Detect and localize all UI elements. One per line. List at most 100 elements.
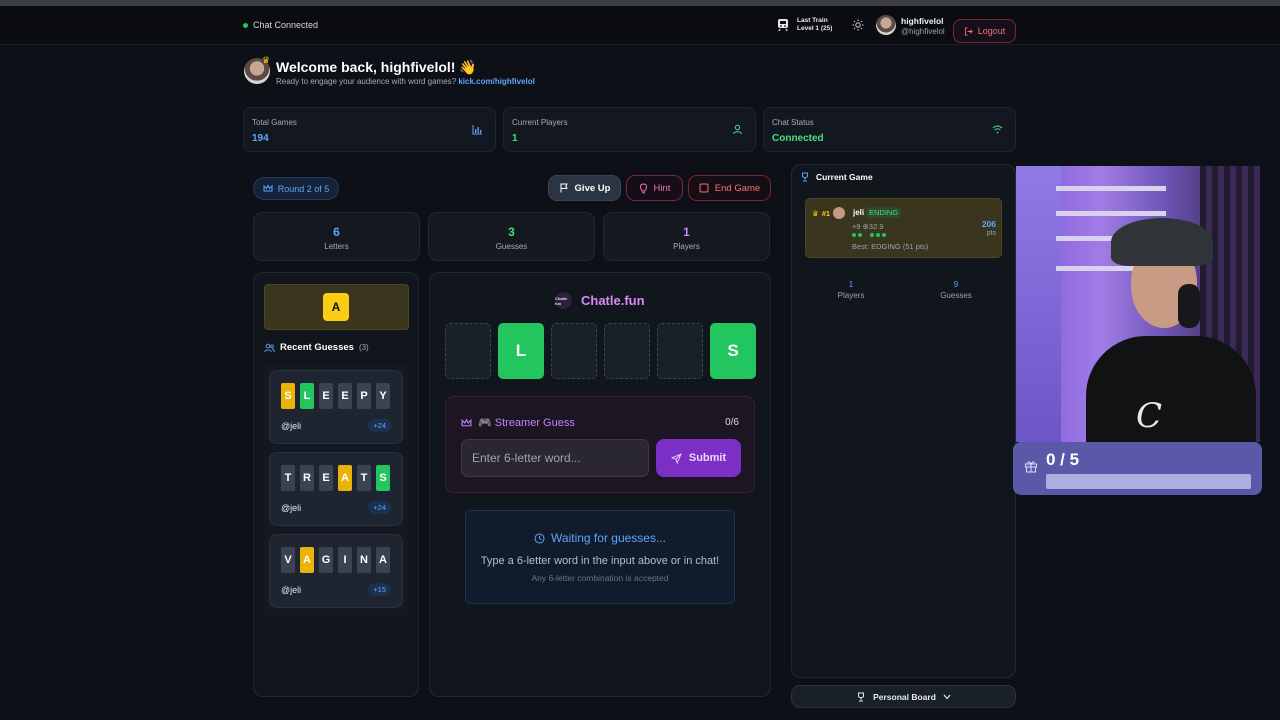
streamer-guess-count: 0/6 — [725, 417, 739, 428]
give-up-button[interactable]: Give Up — [548, 175, 621, 201]
webcam-person-torso — [1086, 336, 1256, 442]
stat-label: Current Players — [512, 118, 568, 127]
sub-goal-progress-bar — [1046, 474, 1251, 489]
guess-letter-tile: S — [376, 465, 390, 491]
letter-slot — [604, 323, 650, 379]
crown-icon — [263, 184, 273, 192]
guess-letter-tile: Y — [376, 383, 390, 409]
guess-user: @jeli — [281, 503, 302, 513]
player-points: 206 — [981, 219, 996, 229]
top-bar: Chat Connected Last Train Level 1 (25) h… — [0, 6, 1280, 45]
end-game-button[interactable]: End Game — [688, 175, 771, 201]
stat-label: Total Games — [252, 118, 297, 127]
guesses-count: 3 — [508, 225, 515, 239]
last-train-level: Level 1 (25) — [797, 25, 833, 32]
stat-card-total-games: Total Games 194 — [243, 107, 496, 152]
sub-goal-widget: 0 / 5 — [1013, 442, 1262, 495]
stat-value: 1 — [512, 133, 518, 144]
status-dot-icon — [243, 22, 248, 28]
known-letter-tile: A — [323, 293, 349, 321]
rank-number: #1 — [821, 208, 831, 218]
letter-slot: L — [498, 323, 544, 379]
logout-label: Logout — [977, 26, 1006, 36]
guess-letter-tile: G — [319, 547, 333, 573]
letter-slot — [445, 323, 491, 379]
flag-icon — [560, 183, 568, 193]
channel-link[interactable]: kick.com/highfivelol — [458, 77, 534, 86]
end-game-label: End Game — [714, 182, 761, 194]
stat-card-current-players: Current Players 1 — [503, 107, 756, 152]
sub-goal-text: 0 / 5 — [1046, 450, 1080, 469]
personal-board-button[interactable]: Personal Board — [791, 685, 1016, 708]
guess-letter-tile: R — [300, 465, 314, 491]
guess-user: @jeli — [281, 585, 302, 595]
chatle-logo: Chatle fun — [555, 292, 572, 309]
guess-card: V A G I N A @jeli +15 — [269, 534, 403, 608]
stat-label: Chat Status — [772, 118, 814, 127]
gift-icon — [1025, 461, 1037, 473]
leaderboard-entry: ♛ #1 jeli ENDING +9 ⊕32.9 Best: EDGING (… — [805, 198, 1002, 258]
player-stats: +9 ⊕32.9 — [852, 222, 884, 231]
leaderboard-rank: ♛ #1 — [812, 207, 846, 219]
webcam-shelf — [1056, 186, 1166, 191]
stat-card-chat-status: Chat Status Connected — [763, 107, 1016, 152]
wifi-icon — [992, 125, 1003, 134]
guesses-label: Guesses — [940, 291, 972, 300]
webcam-overlay: C — [1016, 166, 1260, 442]
guess-user: @jeli — [281, 421, 302, 431]
guess-letters: TREATS — [281, 465, 390, 491]
guess-card: T R E A T S @jeli +24 — [269, 452, 403, 526]
hint-button[interactable]: Hint — [626, 175, 683, 201]
players-num: 1 — [848, 280, 854, 289]
recent-guesses-count: (3) — [358, 343, 369, 352]
letter-slot — [657, 323, 703, 379]
recent-guesses-title: Recent Guesses — [280, 342, 354, 353]
guess-letters: VAGINA — [281, 547, 390, 573]
guess-points-badge: +15 — [368, 583, 391, 596]
users-icon — [264, 343, 275, 352]
theme-toggle-sun-icon[interactable] — [852, 19, 864, 31]
guess-points-badge: +24 — [368, 419, 391, 432]
waiting-note: Any 6-letter combination is accepted — [531, 573, 669, 583]
guess-letter-tile: P — [357, 383, 371, 409]
streamer-guess-input[interactable] — [461, 439, 649, 477]
trophy-icon — [858, 692, 865, 701]
guesses-caption: Guesses — [495, 242, 528, 251]
logout-button[interactable]: Logout — [953, 19, 1016, 43]
letter-slot: S — [710, 323, 756, 379]
letters-caption: Letters — [324, 242, 349, 251]
guess-letter-tile: N — [357, 547, 371, 573]
chat-connected-label: Chat Connected — [253, 20, 319, 30]
waiting-title-text: Waiting for guesses... — [551, 531, 666, 545]
guess-letter-tile: A — [338, 465, 352, 491]
waiting-subtitle: Type a 6-letter word in the input above … — [480, 555, 720, 567]
submit-button[interactable]: Submit — [656, 439, 741, 477]
train-icon — [778, 19, 788, 32]
round-badge: Round 2 of 5 — [253, 177, 339, 200]
send-icon — [670, 452, 682, 464]
letters-count: 6 — [333, 225, 340, 239]
logout-icon — [964, 26, 973, 36]
welcome-subtitle-text: Ready to engage your audience with word … — [276, 77, 457, 86]
player-avatar — [833, 207, 846, 219]
streamer-guess-label: 🎮 Streamer Guess — [478, 417, 575, 429]
brand-name: Chatle.fun — [581, 293, 645, 308]
player-progress-dots — [852, 233, 887, 237]
chevron-down-icon — [943, 694, 951, 699]
crown-icon: ♛ — [812, 208, 819, 218]
guesses-count-card: 3 Guesses — [428, 212, 595, 261]
crown-icon: ♛ — [262, 55, 271, 65]
user-handle: @highfivelol — [901, 27, 945, 36]
submit-label: Submit — [688, 452, 727, 464]
guess-letter-tile: A — [376, 547, 390, 573]
guess-points-badge: +24 — [368, 501, 391, 514]
user-avatar[interactable] — [876, 15, 896, 35]
player-points-label: pts — [986, 230, 996, 237]
chat-connected-status: Chat Connected — [243, 20, 318, 30]
guess-letters: SLEEPY — [281, 383, 390, 409]
last-train-indicator[interactable]: Last Train Level 1 (25) — [776, 17, 832, 33]
personal-board-label: Personal Board — [873, 691, 936, 702]
waiting-title: Waiting for guesses... — [466, 531, 734, 545]
guess-letter-tile: T — [281, 465, 295, 491]
stat-value: 194 — [252, 133, 269, 144]
